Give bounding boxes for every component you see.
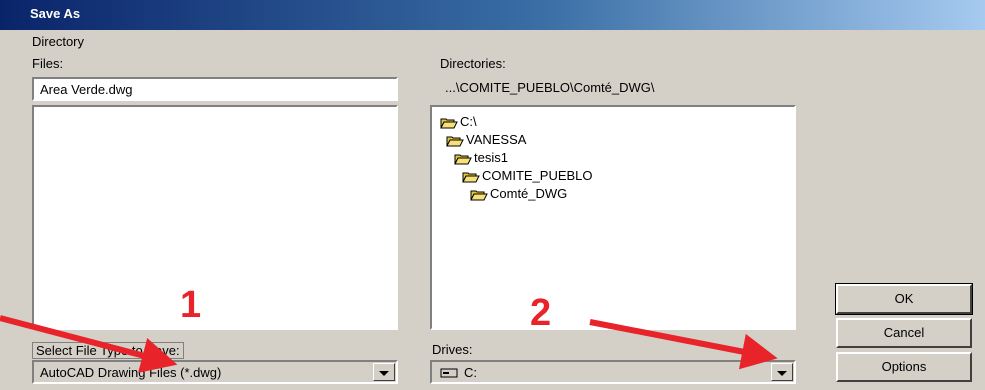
annotation-arrow-2 — [589, 319, 778, 370]
annotation-arrow-1 — [0, 315, 178, 373]
annotation-arrows — [0, 315, 778, 373]
